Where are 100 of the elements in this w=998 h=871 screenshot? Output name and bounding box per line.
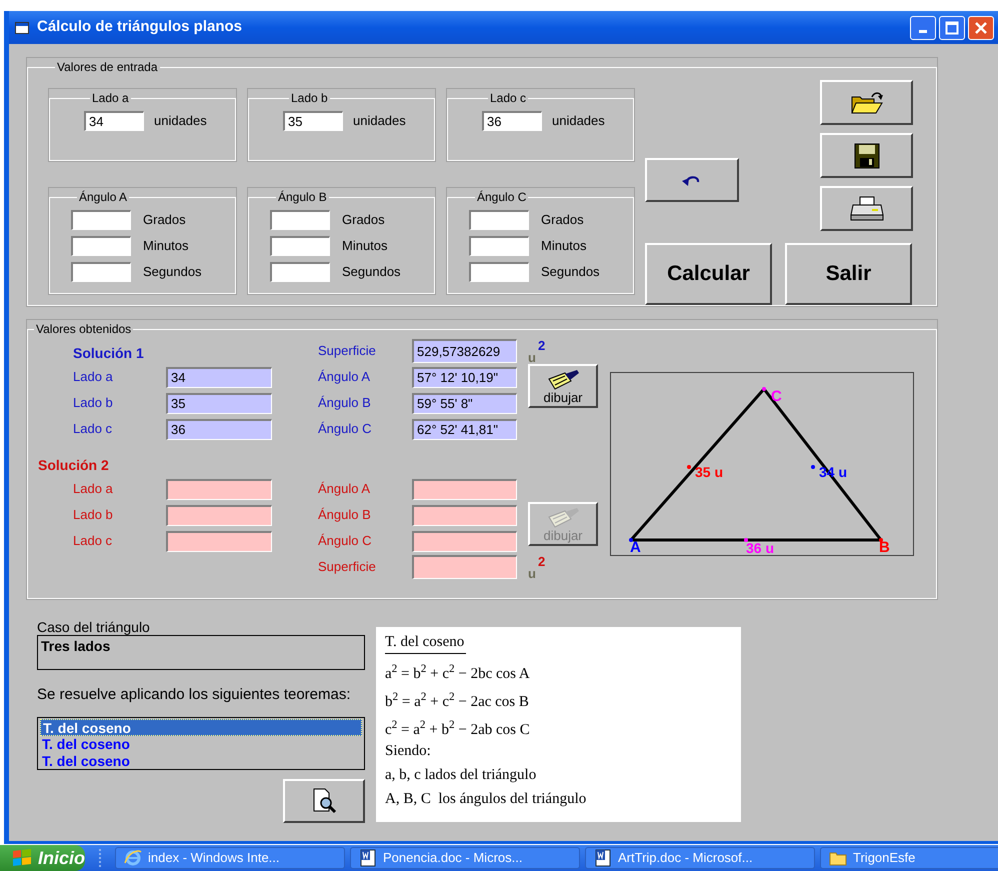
- field-label: Ángulo A: [318, 368, 372, 386]
- field-label: Superficie: [318, 342, 377, 360]
- field-label: Lado a: [73, 368, 114, 386]
- side-input[interactable]: 36: [482, 111, 542, 131]
- angle-input[interactable]: [71, 262, 131, 282]
- result-field[interactable]: [166, 478, 272, 500]
- print-button[interactable]: [820, 186, 913, 231]
- angle-input[interactable]: [71, 210, 131, 230]
- field-label: Ángulo A: [318, 480, 372, 498]
- solution-title: Solución 2: [38, 456, 110, 475]
- result-field[interactable]: 34: [166, 366, 272, 388]
- result-field[interactable]: 57° 12' 10,19": [412, 366, 517, 388]
- app-icon: [15, 22, 29, 34]
- case-field: Tres lados: [37, 635, 365, 670]
- windows-flag-icon: [12, 849, 32, 867]
- unit-label: unidades: [154, 112, 207, 130]
- globe-e-icon: [124, 849, 142, 867]
- field-label: Segundos: [342, 263, 401, 282]
- vertex-label: B: [879, 540, 890, 555]
- group-title: Valores de entrada: [56, 59, 159, 76]
- vertex-label: A: [630, 540, 641, 555]
- group-title: Valores obtenidos: [35, 321, 132, 338]
- window-title: Cálculo de triángulos planos: [37, 17, 244, 38]
- result-field[interactable]: 59° 55' 8": [412, 392, 517, 414]
- area-field[interactable]: [412, 555, 517, 579]
- group-title: Lado c: [489, 90, 528, 107]
- unit-label: unidades: [353, 112, 406, 130]
- result-field[interactable]: [166, 504, 272, 526]
- maximize-icon: [945, 20, 959, 34]
- list-item[interactable]: T. del coseno: [40, 736, 362, 753]
- document-icon: [594, 849, 612, 867]
- magnifier-document-icon: [311, 788, 337, 814]
- result-field[interactable]: [412, 478, 517, 500]
- preview-button[interactable]: [283, 779, 365, 823]
- field-label: Minutos: [143, 237, 189, 256]
- angle-input[interactable]: [469, 210, 529, 230]
- result-field[interactable]: [412, 530, 517, 552]
- angle-input[interactable]: [270, 262, 330, 282]
- minimize-button[interactable]: [910, 16, 936, 40]
- result-field[interactable]: 62° 52' 41,81": [412, 418, 517, 440]
- taskbar-button[interactable]: index - Windows Inte...: [115, 847, 346, 869]
- field-label: Minutos: [541, 237, 587, 256]
- action-button[interactable]: Calcular: [645, 243, 772, 305]
- angle-input[interactable]: [270, 210, 330, 230]
- panel-text: a, b, c lados del triángulo: [385, 766, 538, 785]
- field-label: Grados: [541, 211, 584, 230]
- undo-button[interactable]: [645, 158, 739, 202]
- draw-button[interactable]: dibujar: [528, 364, 598, 408]
- list-item[interactable]: T. del coseno: [40, 753, 362, 770]
- maximize-button[interactable]: [939, 16, 965, 40]
- taskbar-grip: [99, 849, 102, 867]
- unit-label: unidades: [552, 112, 605, 130]
- angle-input[interactable]: [71, 236, 131, 256]
- area-field[interactable]: 529,57382629: [412, 339, 517, 363]
- save-button[interactable]: [820, 133, 913, 178]
- group-title: Ángulo C: [476, 189, 528, 206]
- angle-input[interactable]: [469, 262, 529, 282]
- result-field[interactable]: [412, 504, 517, 526]
- angle-input[interactable]: [469, 236, 529, 256]
- field-label: Superficie: [318, 558, 377, 576]
- open-button[interactable]: [820, 80, 913, 125]
- printer-icon: [850, 196, 884, 222]
- taskbar-button[interactable]: Ponencia.doc - Micros...: [350, 847, 580, 869]
- field-label: Minutos: [342, 237, 388, 256]
- exponent-label: 2: [538, 337, 546, 355]
- list-item[interactable]: T. del coseno: [40, 719, 362, 736]
- folder-icon: [829, 850, 848, 866]
- group-title: Ángulo B: [277, 189, 328, 206]
- result-field[interactable]: 35: [166, 392, 272, 414]
- field-label: Ángulo B: [318, 394, 372, 412]
- result-field[interactable]: [166, 530, 272, 552]
- formula-text: c$^{2}$ = a$^{2}$ + b$^{2}$ − 2ab cos C: [385, 720, 531, 740]
- field-label: Grados: [143, 211, 186, 230]
- action-button[interactable]: Salir: [785, 243, 912, 305]
- side-label: 36 u: [746, 541, 774, 555]
- field-label: Segundos: [143, 263, 202, 282]
- taskbar-button[interactable]: TrigonEsfe: [820, 847, 998, 869]
- field-label: Lado c: [73, 532, 114, 550]
- field-label: Lado c: [73, 420, 114, 438]
- panel-text: A, B, C los ángulos del triángulo: [385, 790, 588, 809]
- field-label: Lado b: [73, 506, 114, 524]
- folder-icon: [850, 90, 884, 114]
- panel-text: Siendo:: [385, 742, 432, 761]
- exponent-label: 2: [538, 553, 546, 571]
- angle-input[interactable]: [270, 236, 330, 256]
- group-title: Ángulo A: [78, 189, 128, 206]
- result-field[interactable]: 36: [166, 418, 272, 440]
- formula-text: a$^{2}$ = b$^{2}$ + c$^{2}$ − 2bc cos A: [385, 664, 531, 684]
- vertex-label: C: [771, 389, 782, 404]
- field-label: Segundos: [541, 263, 600, 282]
- field-label: Ángulo B: [318, 506, 372, 524]
- side-input[interactable]: 34: [84, 111, 144, 131]
- caption-label: Caso del triángulo: [37, 619, 151, 635]
- minimize-icon: [919, 30, 927, 33]
- taskbar-button[interactable]: ArtTrip.doc - Microsof...: [585, 847, 816, 869]
- panel-title: T. del coseno: [385, 633, 466, 654]
- field-label: Lado b: [73, 394, 114, 412]
- caption-label: Se resuelve aplicando los siguientes teoremas:: [37, 686, 352, 704]
- close-button[interactable]: [968, 16, 994, 40]
- side-input[interactable]: 35: [283, 111, 343, 131]
